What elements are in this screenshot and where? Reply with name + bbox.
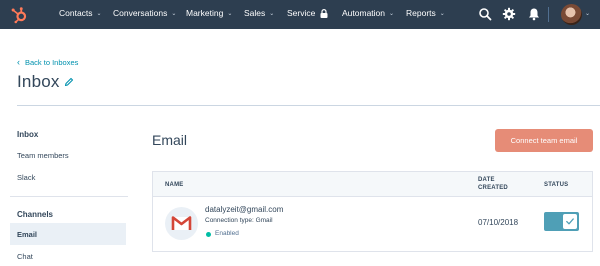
column-header-status[interactable]: STATUS — [544, 181, 568, 189]
connect-team-email-button[interactable]: Connect team email — [495, 129, 593, 152]
hubspot-logo-icon[interactable] — [10, 6, 28, 24]
nav-item-contacts[interactable]: Contacts ⌄ — [59, 8, 102, 18]
nav-item-reports[interactable]: Reports ⌄ — [406, 8, 445, 18]
table-header: NAME DATE CREATED STATUS — [153, 172, 592, 197]
toggle-knob — [563, 214, 577, 229]
nav-item-marketing[interactable]: Marketing ⌄ — [186, 8, 232, 18]
chevron-down-icon: ⌄ — [439, 10, 445, 17]
enabled-toggle[interactable] — [544, 212, 579, 231]
sidebar-item-email[interactable]: Email — [17, 230, 37, 239]
chevron-left-icon: ‹ — [17, 57, 20, 67]
sidebar-divider — [10, 196, 128, 197]
edit-pencil-icon[interactable] — [64, 77, 74, 87]
chevron-down-icon: ⌄ — [171, 10, 177, 17]
sidebar-item-team-members[interactable]: Team members — [17, 151, 69, 160]
nav-item-service[interactable]: Service — [287, 8, 328, 18]
status-text: Enabled — [215, 230, 239, 237]
section-title: Email — [152, 132, 188, 148]
chevron-down-icon: ⌄ — [227, 10, 233, 17]
search-icon[interactable] — [478, 7, 492, 21]
header-divider — [17, 105, 600, 106]
gmail-avatar — [165, 207, 198, 240]
checkmark-icon — [566, 218, 574, 225]
status-dot-icon — [206, 232, 211, 237]
gmail-icon — [171, 216, 192, 230]
chevron-down-icon: ⌄ — [389, 10, 395, 17]
connection-type: Connection type: Gmail — [205, 217, 273, 224]
nav-item-sales[interactable]: Sales ⌄ — [244, 8, 274, 18]
lock-icon — [320, 8, 328, 18]
chevron-down-icon[interactable]: ⌄ — [585, 10, 590, 17]
nav-item-automation[interactable]: Automation ⌄ — [342, 8, 394, 18]
chevron-down-icon: ⌄ — [269, 10, 275, 17]
avatar[interactable] — [561, 4, 582, 25]
sidebar-heading-inbox: Inbox — [17, 130, 39, 139]
date-created: 07/10/2018 — [478, 218, 519, 227]
sidebar-item-slack[interactable]: Slack — [17, 173, 35, 182]
page-title: Inbox — [17, 72, 60, 91]
sidebar-item-chat[interactable]: Chat — [17, 252, 33, 261]
column-header-name[interactable]: NAME — [165, 181, 183, 189]
nav-divider — [548, 7, 549, 22]
back-to-inboxes-link[interactable]: ‹ Back to Inboxes — [17, 57, 78, 68]
settings-icon[interactable] — [502, 7, 516, 21]
chevron-down-icon: ⌄ — [96, 10, 102, 17]
sidebar-heading-channels: Channels — [17, 210, 54, 219]
notifications-icon[interactable] — [527, 7, 541, 21]
email-address: datalyzeit@gmail.com — [205, 205, 284, 214]
nav-item-conversations[interactable]: Conversations ⌄ — [113, 8, 176, 18]
column-header-date-created[interactable]: DATE CREATED — [478, 176, 512, 192]
top-nav: Contacts ⌄ Conversations ⌄ Marketing ⌄ Sale… — [0, 0, 600, 29]
email-table: NAME DATE CREATED STATUS datalyzeit@gmai… — [152, 171, 593, 252]
